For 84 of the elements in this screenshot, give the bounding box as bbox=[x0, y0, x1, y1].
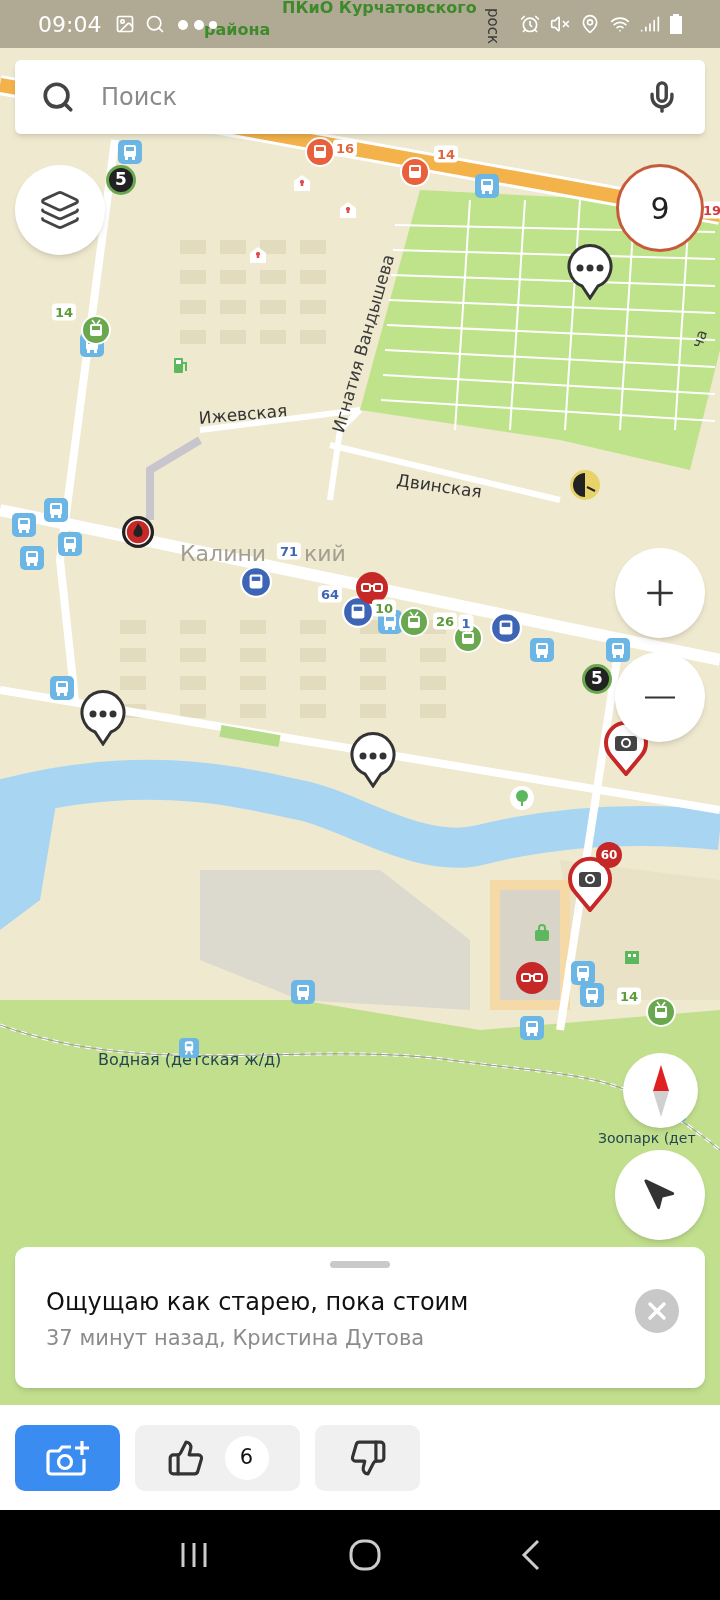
bus-stop-icon[interactable] bbox=[50, 676, 74, 700]
route-number: 64 bbox=[317, 585, 343, 603]
building bbox=[180, 704, 206, 718]
bus-stop-icon[interactable] bbox=[606, 638, 630, 662]
route-number: 10 bbox=[371, 599, 397, 617]
home-icon[interactable] bbox=[348, 1538, 382, 1572]
bus-stop-icon[interactable] bbox=[20, 546, 44, 570]
fuel-pump-icon[interactable] bbox=[171, 355, 189, 375]
street-label: ча bbox=[690, 328, 711, 351]
trolleybus-icon[interactable] bbox=[646, 997, 676, 1027]
route-number: 71 bbox=[276, 542, 302, 560]
street-label: роск bbox=[485, 8, 500, 44]
camera-plus-icon bbox=[44, 1438, 91, 1477]
bus-icon[interactable] bbox=[305, 137, 335, 167]
search-icon bbox=[41, 80, 75, 114]
navigation-arrow-icon bbox=[643, 1178, 677, 1212]
bus-stop-icon[interactable] bbox=[530, 638, 554, 662]
hospital-icon[interactable] bbox=[293, 174, 311, 192]
battery-icon bbox=[670, 14, 682, 34]
bus-stop-icon[interactable] bbox=[520, 1016, 544, 1040]
count-badge[interactable]: 5 bbox=[582, 664, 612, 694]
like-count: 6 bbox=[224, 1435, 269, 1480]
bus-icon[interactable] bbox=[400, 157, 430, 187]
grass-strip bbox=[219, 724, 281, 748]
dislike-button[interactable] bbox=[315, 1424, 420, 1491]
street-label: Двинская bbox=[395, 472, 483, 501]
chat-bubble-icon[interactable] bbox=[566, 244, 614, 300]
park-label: ПКиО Курчатовского bbox=[282, 0, 477, 16]
building bbox=[260, 240, 286, 254]
post-text: Ощущаю как старею, пока стоим bbox=[46, 1287, 470, 1317]
wifi-icon bbox=[610, 14, 630, 34]
chat-bubble-icon[interactable] bbox=[349, 732, 397, 788]
bus-stop-icon[interactable] bbox=[571, 961, 595, 985]
compass-icon bbox=[650, 1064, 671, 1117]
route-number: 14 bbox=[616, 987, 642, 1005]
trolleybus-icon[interactable] bbox=[399, 607, 429, 637]
bus-stop-icon[interactable] bbox=[44, 498, 68, 522]
alarm-icon bbox=[520, 14, 540, 34]
bus-stop-icon[interactable] bbox=[580, 983, 604, 1007]
bus-stop-icon[interactable] bbox=[58, 532, 82, 556]
bus-stop-icon[interactable] bbox=[291, 980, 315, 1004]
bus-icon[interactable] bbox=[490, 612, 522, 644]
thumbs-down-icon bbox=[348, 1438, 387, 1477]
location-icon bbox=[580, 14, 600, 34]
route-number: 14 bbox=[433, 145, 459, 163]
bus-stop-icon[interactable] bbox=[12, 513, 36, 537]
route-number: 26 bbox=[432, 612, 458, 630]
chat-bubble-icon[interactable] bbox=[79, 690, 127, 746]
post-card[interactable]: Ощущаю как старею, пока стоим 37 минут назад, Кристина Дутова bbox=[15, 1247, 705, 1388]
post-meta: 37 минут назад, Кристина Дутова bbox=[46, 1325, 426, 1352]
bus-stop-icon[interactable] bbox=[118, 140, 142, 164]
district-label: кий bbox=[304, 543, 346, 565]
count-badge[interactable]: 5 bbox=[106, 165, 136, 195]
hospital-icon[interactable] bbox=[339, 201, 357, 219]
signal-icon bbox=[640, 14, 660, 34]
thumbs-up-icon bbox=[166, 1438, 205, 1477]
mute-icon bbox=[550, 14, 570, 34]
station-label: Зоопарк (дет bbox=[598, 1131, 696, 1145]
street-label: Ижевская bbox=[198, 402, 288, 427]
park-label: района bbox=[204, 22, 271, 38]
minus-icon bbox=[645, 695, 675, 699]
district-label: Калини bbox=[180, 543, 267, 565]
drag-handle[interactable] bbox=[330, 1261, 390, 1268]
search-input[interactable]: Поиск bbox=[101, 79, 619, 115]
route-number: 16 bbox=[332, 139, 358, 157]
glasses-icon[interactable] bbox=[355, 571, 389, 605]
hospital-icon[interactable] bbox=[249, 246, 267, 264]
search-field[interactable]: Поиск bbox=[15, 60, 705, 134]
add-photo-button[interactable] bbox=[15, 1424, 120, 1491]
trolleybus-icon[interactable] bbox=[81, 315, 111, 345]
glasses-icon[interactable] bbox=[515, 961, 549, 995]
tree-icon[interactable] bbox=[509, 785, 535, 811]
status-time: 09:04 bbox=[38, 10, 102, 39]
back-icon[interactable] bbox=[520, 1539, 541, 1571]
search-icon bbox=[145, 14, 166, 34]
events-count-button[interactable]: 9 bbox=[616, 164, 704, 252]
layers-icon bbox=[39, 189, 81, 231]
bus-stop-icon[interactable] bbox=[475, 174, 499, 198]
like-button[interactable]: 6 bbox=[135, 1424, 300, 1491]
recent-apps-icon[interactable] bbox=[179, 1541, 210, 1569]
route-number: 14 bbox=[51, 303, 77, 321]
gallery-icon bbox=[115, 14, 136, 34]
route-number: 1 bbox=[458, 614, 474, 632]
bus-icon[interactable] bbox=[240, 566, 272, 598]
